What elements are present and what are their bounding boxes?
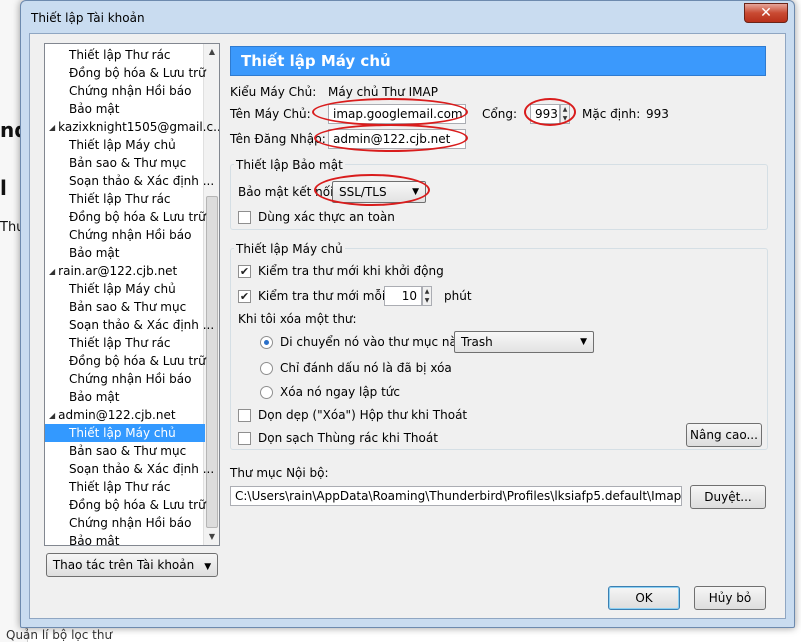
check-every-checkbox[interactable]: ✔ [238,290,251,303]
delete-now-radio[interactable] [260,386,273,399]
close-icon: ✕ [760,5,772,21]
tree-item[interactable]: Thiết lập Máy chủ [45,424,205,442]
tree-item[interactable]: Soạn thảo & Xác định ... [45,172,214,190]
scroll-up-icon[interactable]: ▲ [204,44,219,60]
spin-up-icon[interactable]: ▲ [423,287,431,296]
server-name-label: Tên Máy Chủ: [230,107,311,121]
mark-deleted-radio[interactable] [260,362,273,375]
check-every-label: Kiểm tra thư mới mỗi [258,289,386,303]
chevron-down-icon: ▼ [412,187,419,197]
tree-item[interactable]: Đồng bộ hóa & Lưu trữ [45,64,206,82]
tree-item[interactable]: Bảo mật [45,244,205,262]
spin-down-icon[interactable]: ▼ [561,114,569,123]
account-actions-button[interactable]: Thao tác trên Tài khoản ▼ [46,553,218,577]
server-name-input[interactable]: imap.googlemail.com [328,104,466,124]
move-to-folder-label: Di chuyển nó vào thư mục này: [280,335,468,349]
default-port-label: Mặc định: [582,107,641,121]
account-actions-label: Thao tác trên Tài khoản [52,558,195,572]
connection-security-select[interactable]: SSL/TLS ▼ [332,181,426,203]
tree-item[interactable]: Thiết lập Thư rác [45,46,205,64]
tree-item[interactable]: Bản sao & Thư mục [45,298,205,316]
spin-down-icon[interactable]: ▼ [423,296,431,305]
empty-trash-checkbox[interactable] [238,432,251,445]
title-bar[interactable]: Thiết lập Tài khoản ✕ [21,1,794,33]
scroll-down-icon[interactable]: ▼ [204,529,219,545]
tree-account-item[interactable]: admin@122.cjb.net [45,406,205,424]
secure-auth-label: Dùng xác thực an toàn [258,210,395,224]
background-filter-link[interactable]: Quản lí bộ lọc thư [6,628,112,642]
tree-item[interactable]: Chứng nhận Hồi báo [45,82,205,100]
server-type-label: Kiểu Máy Chủ: [230,85,317,99]
tree-item[interactable]: Bản sao & Thư mục [45,442,205,460]
on-delete-label: Khi tôi xóa một thư: [238,312,357,326]
connection-security-value: SSL/TLS [339,185,387,199]
tree-account-item[interactable]: rain.ar@122.cjb.net [45,262,205,280]
move-to-folder-radio[interactable] [260,336,273,349]
tree-item[interactable]: Bản sao & Thư mục [45,154,205,172]
delete-now-label: Xóa nó ngay lập tức [280,385,401,399]
check-startup-label: Kiểm tra thư mới khi khởi động [258,264,444,278]
empty-trash-label: Dọn sạch Thùng rác khi Thoát [258,431,438,445]
tree-item[interactable]: Thiết lập Máy chủ [45,136,205,154]
tree-item[interactable]: Soạn thảo & Xác định ... [45,460,214,478]
tree-item[interactable]: Đồng bộ hóa & Lưu trữ [45,496,206,514]
spin-up-icon[interactable]: ▲ [561,105,569,114]
page-title: Thiết lập Máy chủ [230,46,766,76]
check-interval-input[interactable]: 10 [384,286,422,306]
default-port-value: 993 [646,107,669,121]
tree-item[interactable]: Bảo mật [45,388,205,406]
mark-deleted-label: Chỉ đánh dấu nó là đã bị xóa [280,361,452,375]
trash-folder-select[interactable]: Trash ▼ [454,331,594,353]
username-label: Tên Đăng Nhập: [230,132,326,146]
trash-folder-value: Trash [461,335,493,349]
secure-auth-checkbox[interactable] [238,211,251,224]
browse-button[interactable]: Duyệt... [690,485,766,509]
local-dir-label: Thư mục Nội bộ: [230,466,329,480]
tree-item[interactable]: Thiết lập Thư rác [45,478,205,496]
cleanup-inbox-checkbox[interactable] [238,409,251,422]
local-dir-input[interactable]: C:\Users\rain\AppData\Roaming\Thunderbir… [230,486,682,506]
background-text-fragment: l [0,176,7,200]
scrollbar-thumb[interactable] [206,196,218,528]
tree-item[interactable]: Chứng nhận Hồi báo [45,226,205,244]
security-settings-title: Thiết lập Bảo mật [234,158,345,172]
dialog-title: Thiết lập Tài khoản [31,11,145,25]
account-tree[interactable]: ▲ ▼ Thiết lập Thư rác Đồng bộ hóa & Lưu t… [44,43,220,546]
port-input[interactable]: 993 [530,104,560,124]
tree-item[interactable]: Thiết lập Thư rác [45,190,205,208]
account-settings-dialog: Thiết lập Tài khoản ✕ ▲ ▼ Thiết lập Thư … [20,0,795,628]
chevron-down-icon: ▼ [204,562,212,572]
server-settings-title: Thiết lập Máy chủ [234,242,345,256]
dialog-body: ▲ ▼ Thiết lập Thư rác Đồng bộ hóa & Lưu t… [29,33,786,619]
port-label: Cổng: [482,107,517,121]
tree-item[interactable]: Bảo mật [45,100,205,118]
advanced-button[interactable]: Nâng cao... [686,423,762,447]
check-startup-checkbox[interactable]: ✔ [238,265,251,278]
tree-item[interactable]: Đồng bộ hóa & Lưu trữ [45,208,206,226]
username-input[interactable]: admin@122.cjb.net [328,129,466,149]
minutes-label: phút [444,289,472,303]
tree-item[interactable]: Chứng nhận Hồi báo [45,514,205,532]
tree-item[interactable]: Bảo mật [45,532,205,545]
tree-item[interactable]: Đồng bộ hóa & Lưu trữ [45,352,206,370]
close-button[interactable]: ✕ [744,3,788,23]
connection-security-label: Bảo mật kết nối: [238,185,338,199]
tree-item[interactable]: Soạn thảo & Xác định ... [45,316,214,334]
tree-item[interactable]: Thiết lập Máy chủ [45,280,205,298]
port-stepper[interactable]: ▲ ▼ [560,104,570,124]
chevron-down-icon: ▼ [580,337,587,347]
tree-item[interactable]: Thiết lập Thư rác [45,334,205,352]
server-type-value: Máy chủ Thư IMAP [328,85,438,99]
tree-account-item[interactable]: kazixknight1505@gmail.c... [45,118,219,136]
ok-button[interactable]: OK [608,586,680,610]
interval-stepper[interactable]: ▲ ▼ [422,286,432,306]
cancel-button[interactable]: Hủy bỏ [694,586,766,610]
cleanup-inbox-label: Dọn dẹp ("Xóa") Hộp thư khi Thoát [258,408,468,422]
tree-item[interactable]: Chứng nhận Hồi báo [45,370,205,388]
